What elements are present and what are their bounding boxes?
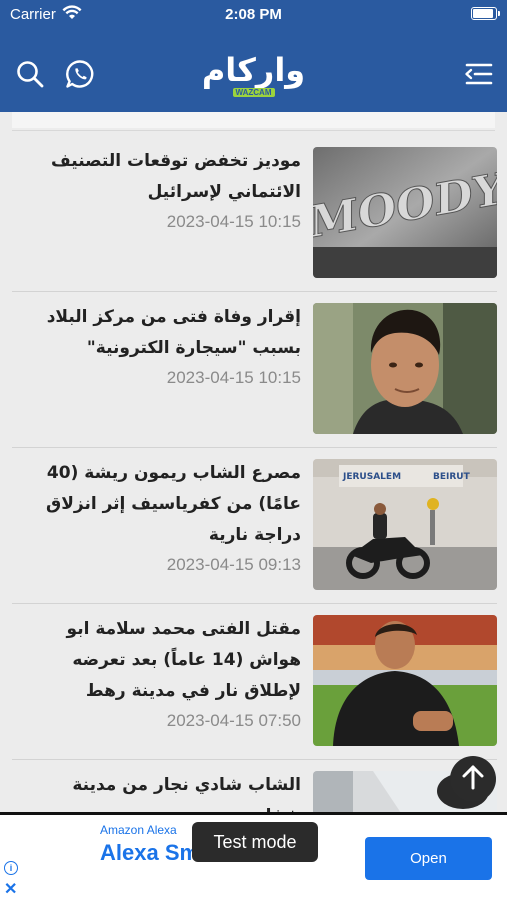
article-card[interactable]: JERUSALEM BEIRUT مصرع الشاب ريمون ريشة (… [12,448,497,604]
article-card[interactable]: MOODY موديز تخفض توقعات التصنيف الائتمان… [12,136,497,292]
article-card[interactable]: إقرار وفاة فتى من مركز البلاد بسبب "سيجا… [12,292,497,448]
scroll-to-top-button[interactable] [450,756,496,802]
article-title: إقرار وفاة فتى من مركز البلاد بسبب "سيجا… [46,307,301,358]
article-card[interactable]: مقتل الفتى محمد سلامة ابو هواش (14 عاماً… [12,604,497,760]
svg-text:BEIRUT: BEIRUT [433,472,471,482]
logo-latin: WAZCAM [232,88,275,97]
ad-open-button[interactable]: Open [365,837,492,880]
battery-icon [471,7,500,20]
article-thumbnail[interactable] [313,303,497,434]
article-thumbnail[interactable] [313,615,497,746]
article-title: مقتل الفتى محمد سلامة ابو هواش (14 عاماً… [66,619,301,701]
divider [12,130,495,131]
article-thumbnail[interactable]: MOODY [313,147,497,278]
thumb-sign-text: JERUSALEM [342,472,401,482]
close-icon[interactable]: ✕ [4,879,17,899]
test-mode-toast: Test mode [192,822,318,862]
article-title: مصرع الشاب ريمون ريشة (40 عامًا) من كفري… [46,463,301,545]
article-date: 2023-04-15 10:15 [166,368,301,387]
article-card[interactable]: الشاب شادي نجار من مدينة شفاعمرو [12,760,497,812]
top-nav-bar: واركام WAZCAM [0,34,507,112]
article-date: 2023-04-15 07:50 [166,711,301,730]
article-thumbnail[interactable]: JERUSALEM BEIRUT [313,459,497,590]
clock: 2:08 PM [225,6,282,23]
arrow-up-icon [461,764,485,794]
info-icon[interactable]: i [4,861,18,875]
article-title: الشاب شادي نجار من مدينة شفاعمرو [72,775,301,812]
news-feed[interactable]: MOODY موديز تخفض توقعات التصنيف الائتمان… [0,112,507,812]
status-bar: Carrier 2:08 PM [0,0,507,34]
article-date: 2023-04-15 10:15 [166,212,301,231]
site-logo[interactable]: واركام WAZCAM [0,51,507,97]
ad-sponsor: Amazon Alexa [100,823,177,837]
article-date: 2023-04-15 09:13 [166,555,301,574]
menu-icon[interactable] [462,58,494,90]
previous-card-edge [12,112,495,128]
logo-arabic: واركام [201,51,306,89]
article-title: موديز تخفض توقعات التصنيف الائتماني لإسر… [51,151,301,202]
